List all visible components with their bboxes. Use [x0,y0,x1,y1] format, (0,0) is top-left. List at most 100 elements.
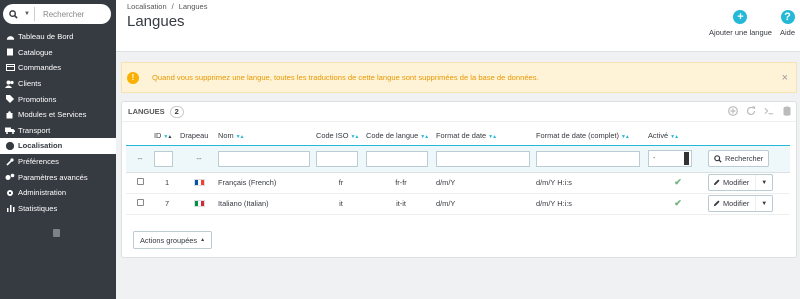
check-icon[interactable]: ✔ [674,177,682,187]
add-circle-icon[interactable] [728,106,738,116]
filter-lang-code-input[interactable] [366,150,428,167]
cell-date-format: d/m/Y [436,193,536,215]
sidebar-item-localisation[interactable]: Localisation [0,138,116,154]
sidebar-item-label: Statistiques [18,203,58,213]
row-checkbox[interactable] [136,178,144,185]
cell-lang-code: it-it [366,193,436,215]
header-name[interactable]: Nom ▼▲ [218,127,316,145]
add-language-button[interactable]: + Ajouter une langue [709,10,772,37]
wrench-icon [4,157,16,167]
edit-label: Modifier [723,199,750,208]
filter-date-format-input[interactable] [436,150,530,167]
header-date-format[interactable]: Format de date ▼▲ [436,127,536,145]
table-row[interactable]: 7 Italiano (Italian) it it-it d/m/Y d/m/… [126,193,790,215]
chevron-down-icon[interactable]: ▼ [24,11,30,17]
table-row[interactable]: 1 Français (French) fr fr-fr d/m/Y d/m/Y… [126,172,790,194]
database-icon[interactable] [782,106,792,116]
sidebar-item-administration[interactable]: Administration [0,185,116,201]
caret-down-icon[interactable]: ▼ [756,196,772,211]
sort-icon[interactable]: ▼▲ [488,134,497,140]
header-actions [708,127,790,145]
refresh-icon[interactable] [746,106,756,116]
sidebar-item-label: Administration [18,188,67,198]
cell-flag [180,172,218,194]
header-date-full[interactable]: Format de date (complet) ▼▲ [536,127,648,145]
breadcrumb-item: Langues [178,2,208,11]
sort-icon[interactable]: ▼▲ [420,134,429,140]
filter-dash: -- [137,154,143,163]
sidebar-item-modules[interactable]: Modules et Services [0,107,116,123]
sidebar-item-label: Commandes [18,63,62,73]
sidebar-item-label: Modules et Services [18,110,87,120]
row-checkbox[interactable] [136,199,144,206]
filter-id-input[interactable] [154,150,173,167]
panel-toolbar [728,106,792,116]
cell-name: Français (French) [218,172,316,194]
select-arrow-icon [684,152,689,165]
search-box[interactable]: ▼ Rechercher [3,4,111,24]
column-label: Nom [218,131,234,141]
sidebar-item-clients[interactable]: Clients [0,76,116,92]
header-active[interactable]: Activé ▼▲ [648,127,708,145]
dashboard-icon [4,32,16,42]
row-select [126,193,154,215]
sidebar-item-label: Localisation [18,141,63,151]
sidebar-item-tableau-de-bord[interactable]: Tableau de Bord [0,29,116,45]
sort-icon[interactable]: ▼▲ [670,134,679,140]
edit-button[interactable]: Modifier [709,175,757,190]
breadcrumb-item[interactable]: Localisation [127,2,167,11]
cell-active: ✔ [648,172,708,194]
cell-actions: Modifier ▼ [708,193,790,215]
sidebar-item-promotions[interactable]: Promotions [0,91,116,107]
caret-down-icon[interactable]: ▼ [756,175,772,190]
search-button[interactable]: Rechercher [708,150,770,167]
sidebar-item-statistiques[interactable]: Statistiques [0,201,116,217]
cell-lang-code: fr-fr [366,172,436,194]
puzzle-icon [4,110,16,120]
search-icon[interactable] [9,9,23,19]
help-circle-icon: ? [780,10,795,24]
sort-icon[interactable]: ▼▲ [350,134,359,140]
edit-label: Modifier [723,178,750,187]
search-input[interactable]: Rechercher [43,10,84,19]
close-icon[interactable]: × [782,72,788,84]
filter-date-full-input[interactable] [536,150,640,167]
credit-card-icon [4,63,16,73]
header-iso[interactable]: Code ISO ▼▲ [316,127,366,145]
sidebar-item-parametres-avances[interactable]: Paramètres avancés [0,169,116,185]
header-select [126,127,154,145]
filter-cell [366,144,436,173]
sort-icon[interactable]: ▼▲ [163,134,172,140]
sort-icon[interactable]: ▼▲ [621,134,630,140]
header-lang-code[interactable]: Code de langue ▼▲ [366,127,436,145]
panel-heading: Langues 2 [122,102,796,122]
filter-iso-input[interactable] [316,150,358,167]
filter-cell: Rechercher [708,144,790,173]
warning-icon: ! [127,71,139,84]
sort-icon[interactable]: ▼▲ [236,134,245,140]
sql-terminal-icon[interactable] [764,106,774,116]
sidebar-nav: Tableau de Bord Catalogue Commandes Clie… [0,29,116,216]
filter-active-select[interactable]: - [648,150,692,167]
table-header-row: ID ▼▲ Drapeau Nom ▼▲ Code ISO ▼▲ Code de la… [126,127,790,145]
sidebar-collapse-icon[interactable] [53,229,60,237]
cell-id: 7 [154,193,180,215]
edit-button[interactable]: Modifier [709,196,757,211]
sidebar-item-label: Transport [18,125,51,135]
sidebar-item-catalogue[interactable]: Catalogue [0,45,116,61]
globe-icon [4,141,16,151]
languages-table: ID ▼▲ Drapeau Nom ▼▲ Code ISO ▼▲ Code de la… [126,127,790,215]
column-label: Format de date [436,131,487,141]
header-id[interactable]: ID ▼▲ [154,127,180,145]
sidebar-item-preferences[interactable]: Préférences [0,154,116,170]
filter-cell [536,144,648,173]
sidebar-item-transport[interactable]: Transport [0,123,116,139]
cell-date-full: d/m/Y H:i:s [536,193,648,215]
bulk-actions-button[interactable]: Actions groupées ▲ [133,231,213,249]
help-button[interactable]: ? Aide [780,10,795,37]
filter-name-input[interactable] [218,150,310,167]
flag-fr-icon [193,179,205,186]
sidebar-item-commandes[interactable]: Commandes [0,60,116,76]
filter-cell: - [648,144,708,173]
check-icon[interactable]: ✔ [674,198,682,208]
